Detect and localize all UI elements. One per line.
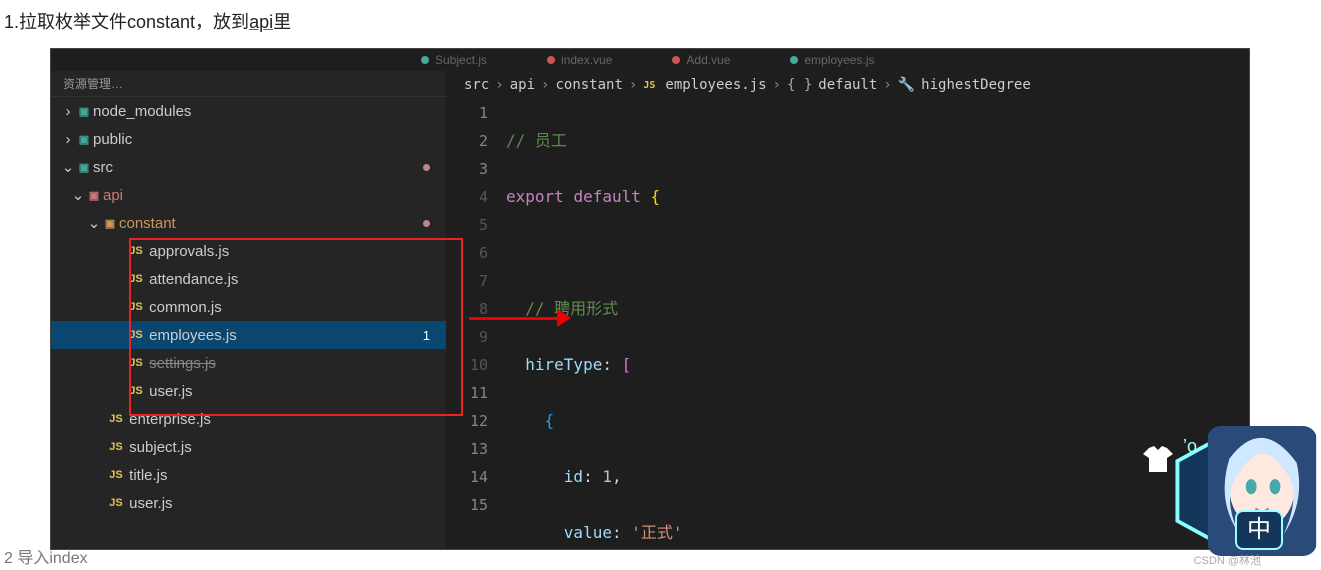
tree-label: user.js xyxy=(149,383,192,400)
tree-file-user[interactable]: JS user.js xyxy=(51,377,446,405)
folder-icon: ▣ xyxy=(101,217,119,230)
csdn-watermark: CSDN @林池 xyxy=(1194,552,1261,568)
tree-label: enterprise.js xyxy=(129,411,211,428)
tree-file-approvals[interactable]: JS approvals.js xyxy=(51,237,446,265)
tree-constant[interactable]: ⌄ ▣ constant xyxy=(51,209,446,237)
heading-suffix: 里 xyxy=(273,12,291,32)
tree-label: node_modules xyxy=(93,103,191,120)
folder-icon: ▣ xyxy=(75,161,93,174)
quote-icon: ’o xyxy=(1183,436,1197,457)
tree-file-common[interactable]: JS common.js xyxy=(51,293,446,321)
vscode-window: Subject.js index.vue Add.vue employees.j… xyxy=(50,48,1250,550)
tree-api[interactable]: ⌄ ▣ api xyxy=(51,181,446,209)
js-icon: JS xyxy=(107,413,125,425)
floating-avatar-widget[interactable]: ’o 中 xyxy=(1097,394,1317,564)
symbol-icon: { } xyxy=(787,77,812,93)
tab-add[interactable]: Add.vue xyxy=(672,53,730,67)
js-icon: JS xyxy=(127,273,145,285)
folder-icon: ▣ xyxy=(75,105,93,118)
js-icon: JS xyxy=(127,357,145,369)
crumb-src[interactable]: src xyxy=(464,77,489,93)
tab-subject[interactable]: Subject.js xyxy=(421,53,487,67)
code-lines[interactable]: // 员工 export default { // 聘用形式 hireType:… xyxy=(506,99,699,550)
tree-node-modules[interactable]: › ▣ node_modules xyxy=(51,97,446,125)
next-step-text: 2 导入index xyxy=(4,544,88,568)
tree-file-enterprise[interactable]: JS enterprise.js xyxy=(51,405,446,433)
modified-dot-icon xyxy=(423,220,430,227)
js-icon: JS xyxy=(127,301,145,313)
tree-label: subject.js xyxy=(129,439,192,456)
chevron-right-icon: › xyxy=(61,103,75,120)
tree-file-subject[interactable]: JS subject.js xyxy=(51,433,446,461)
tree-label: common.js xyxy=(149,299,222,316)
tree-label: settings.js xyxy=(149,355,216,372)
tree-label: approvals.js xyxy=(149,243,229,260)
tshirt-icon xyxy=(1143,446,1173,475)
chevron-right-icon: › xyxy=(61,131,75,148)
line-gutter: 123 456 789 101112 131415 xyxy=(446,99,506,550)
tree-label: constant xyxy=(119,215,176,232)
tree-src[interactable]: ⌄ ▣ src xyxy=(51,153,446,181)
tree-label: src xyxy=(93,159,113,176)
tree-file-attendance[interactable]: JS attendance.js xyxy=(51,265,446,293)
tree-label: attendance.js xyxy=(149,271,238,288)
js-icon: JS xyxy=(107,469,125,481)
article-heading: 1.拉取枚举文件constant，放到api里 xyxy=(0,0,1321,48)
tree-label: title.js xyxy=(129,467,167,484)
tree-file-employees-selected[interactable]: JS employees.js 1 xyxy=(51,321,446,349)
js-icon: JS xyxy=(643,80,655,91)
heading-underlined: api xyxy=(249,12,273,32)
tree-file-user2[interactable]: JS user.js xyxy=(51,489,446,517)
chevron-down-icon: ⌄ xyxy=(87,214,101,232)
explorer-title: 资源管理… xyxy=(51,71,446,97)
editor-tabbar: Subject.js index.vue Add.vue employees.j… xyxy=(51,49,1249,71)
js-icon: JS xyxy=(107,497,125,509)
crumb-api[interactable]: api xyxy=(510,77,535,93)
language-badge-cn[interactable]: 中 xyxy=(1235,510,1283,550)
js-icon: JS xyxy=(127,329,145,341)
folder-icon: ▣ xyxy=(75,133,93,146)
heading-prefix: 1.拉取枚举文件constant，放到 xyxy=(4,12,249,32)
folder-icon: ▣ xyxy=(85,189,103,202)
chevron-down-icon: ⌄ xyxy=(61,158,75,176)
breadcrumbs[interactable]: src› api› constant› JS employees.js› { }… xyxy=(446,71,1249,99)
tree-label: public xyxy=(93,131,132,148)
tree-file-settings[interactable]: JS settings.js xyxy=(51,349,446,377)
tree-label: employees.js xyxy=(149,327,237,344)
js-icon: JS xyxy=(107,441,125,453)
tree-label: user.js xyxy=(129,495,172,512)
chevron-down-icon: ⌄ xyxy=(71,186,85,204)
wrench-icon: 🔧 xyxy=(898,77,915,93)
js-icon: JS xyxy=(127,385,145,397)
tree-label: api xyxy=(103,187,123,204)
modified-dot-icon xyxy=(423,164,430,171)
crumb-symbol[interactable]: highestDegree xyxy=(921,77,1031,93)
crumb-file[interactable]: employees.js xyxy=(665,77,766,93)
js-icon: JS xyxy=(127,245,145,257)
crumb-constant[interactable]: constant xyxy=(555,77,622,93)
tab-employees[interactable]: employees.js xyxy=(790,53,874,67)
tree-public[interactable]: › ▣ public xyxy=(51,125,446,153)
tree-file-title[interactable]: JS title.js xyxy=(51,461,446,489)
file-badge: 1 xyxy=(423,328,430,343)
crumb-default[interactable]: default xyxy=(818,77,877,93)
file-explorer: 资源管理… › ▣ node_modules › ▣ public ⌄ ▣ sr… xyxy=(51,71,446,550)
tab-index[interactable]: index.vue xyxy=(547,53,612,67)
